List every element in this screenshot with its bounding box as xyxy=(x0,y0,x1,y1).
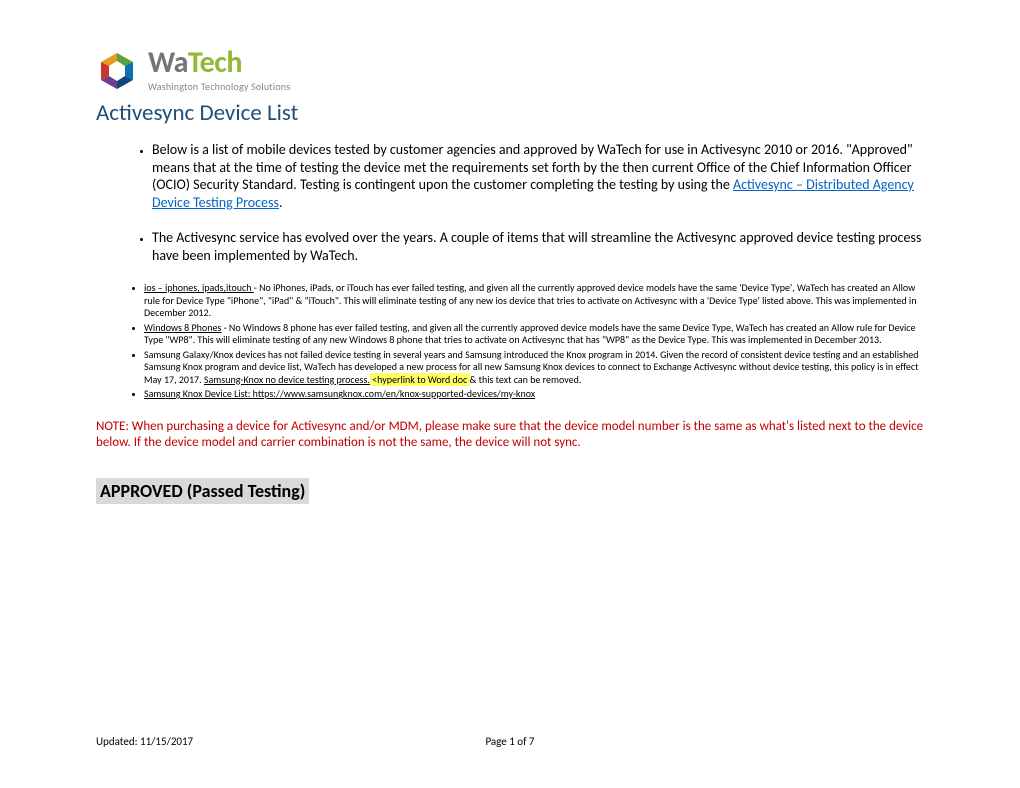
win-label: Windows 8 Phones xyxy=(144,321,221,334)
intro-para-1: Below is a list of mobile devices tested… xyxy=(152,141,924,211)
logo: Wa Tech Washington Technology Solutions xyxy=(96,48,924,93)
approved-heading: APPROVED (Passed Testing) xyxy=(96,478,309,504)
knox-highlight: <hyperlink to Word doc xyxy=(370,373,470,386)
knox-list-label: Samsung Knox Device List: xyxy=(144,387,253,400)
warning-note: NOTE: When purchasing a device for Activ… xyxy=(96,419,924,453)
logo-tech: Tech xyxy=(188,48,242,78)
ios-label: ios – iphones, ipads,itouch xyxy=(144,281,254,294)
ios-text: - No iPhones, iPads, or iTouch has ever … xyxy=(144,281,916,319)
knox-post: & this text can be removed. xyxy=(470,373,582,386)
knox-list-url[interactable]: https://www.samsungknox.com/en/knox-supp… xyxy=(253,387,535,400)
logo-subtitle: Washington Technology Solutions xyxy=(148,80,290,93)
logo-wa: Wa xyxy=(148,48,188,78)
knox-list-item: Samsung Knox Device List: https://www.sa… xyxy=(144,388,924,401)
intro-list: Below is a list of mobile devices tested… xyxy=(96,141,924,264)
intro-para-2: The Activesync service has evolved over … xyxy=(152,229,924,264)
win-text: - No Windows 8 phone has ever failed tes… xyxy=(144,321,916,347)
windows-item: Windows 8 Phones - No Windows 8 phone ha… xyxy=(144,322,924,347)
ios-item: ios – iphones, ipads,itouch - No iPhones… xyxy=(144,282,924,320)
knox-process-link[interactable]: Samsung-Knox no device testing process. xyxy=(204,373,370,386)
detail-list: ios – iphones, ipads,itouch - No iPhones… xyxy=(96,282,924,401)
knox-item: Samsung Galaxy/Knox devices has not fail… xyxy=(144,349,924,387)
footer-page: Page 1 of 7 xyxy=(96,735,924,748)
page-footer: Updated: 11/15/2017 Page 1 of 7 xyxy=(96,735,924,748)
logo-mark-icon xyxy=(96,51,138,91)
page-title: Activesync Device List xyxy=(96,99,924,127)
intro-para-1-post: . xyxy=(279,194,283,211)
